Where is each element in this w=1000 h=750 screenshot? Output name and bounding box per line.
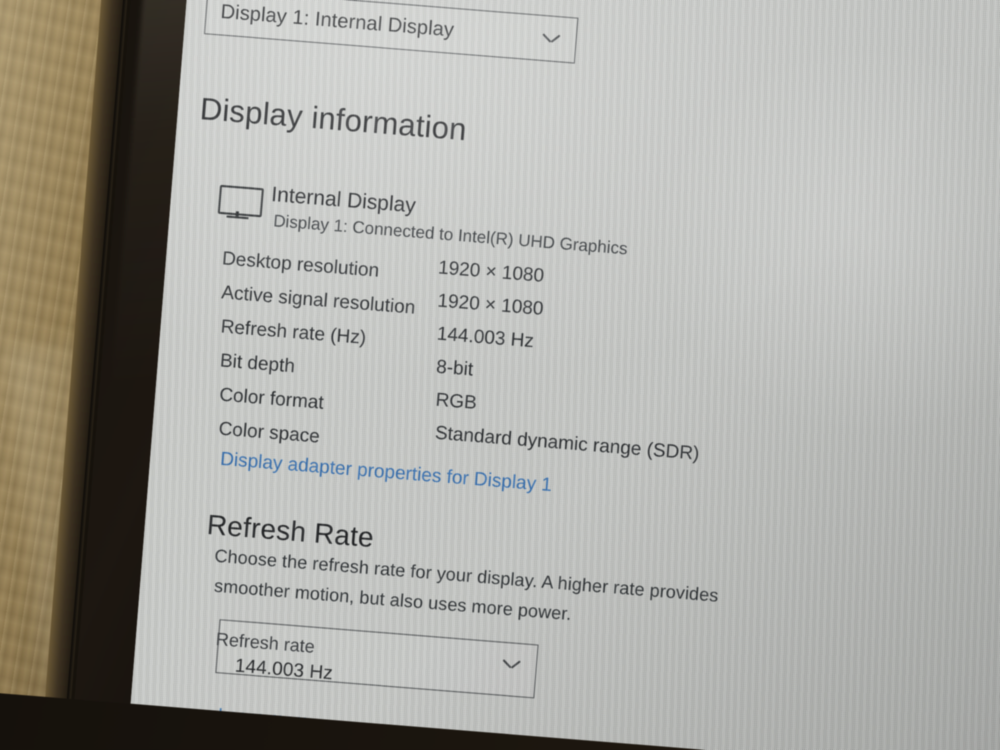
property-value: 1920 × 1080 bbox=[436, 290, 545, 320]
chevron-down-icon bbox=[503, 659, 521, 670]
property-value: 1920 × 1080 bbox=[437, 257, 545, 287]
property-key: Refresh rate (Hz) bbox=[219, 316, 367, 349]
property-value: 144.003 Hz bbox=[436, 323, 535, 353]
property-key: Active signal resolution bbox=[220, 282, 417, 319]
property-key: Color space bbox=[217, 418, 321, 448]
property-value: Standard dynamic range (SDR) bbox=[434, 422, 701, 465]
monitor-icon-screen bbox=[217, 184, 264, 218]
property-value: 8-bit bbox=[435, 356, 474, 381]
windows-advanced-display-settings: Display 1: Internal Display Display info… bbox=[126, 0, 1000, 750]
display-information-heading: Display information bbox=[198, 91, 468, 148]
monitor-icon bbox=[217, 184, 264, 221]
refresh-rate-select-value: 144.003 Hz bbox=[234, 655, 334, 685]
display-select-value: Display 1: Internal Display bbox=[219, 0, 455, 42]
display-select[interactable]: Display 1: Internal Display bbox=[203, 0, 579, 64]
property-value: RGB bbox=[434, 389, 478, 414]
property-key: Color format bbox=[218, 384, 325, 414]
property-key: Desktop resolution bbox=[221, 248, 380, 282]
property-key: Bit depth bbox=[219, 350, 296, 378]
monitor-icon-base bbox=[226, 215, 249, 220]
laptop-screen-panel: Display 1: Internal Display Display info… bbox=[126, 0, 1000, 750]
display-adapter-properties-link[interactable]: Display adapter properties for Display 1 bbox=[219, 449, 552, 497]
chevron-down-icon bbox=[542, 33, 560, 44]
photograph-of-laptop-display: Display 1: Internal Display Display info… bbox=[0, 0, 1000, 750]
device-subtitle: Display 1: Connected to Intel(R) UHD Gra… bbox=[272, 211, 629, 259]
clipped-text-above bbox=[586, 5, 593, 26]
refresh-rate-select[interactable]: 144.003 Hz bbox=[215, 619, 539, 699]
